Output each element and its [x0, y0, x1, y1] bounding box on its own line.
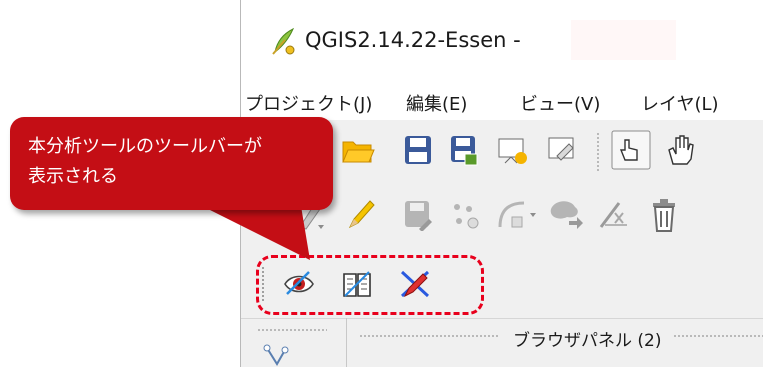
- menu-layer[interactable]: レイヤ(L): [641, 90, 719, 116]
- panel-grip: [257, 328, 327, 332]
- panel-divider: [346, 318, 347, 367]
- menu-edit[interactable]: 編集(E): [406, 90, 467, 116]
- save-as-icon[interactable]: [449, 134, 479, 166]
- callout-line-2: 表示される: [28, 166, 118, 187]
- add-polygon-icon[interactable]: [547, 197, 587, 233]
- add-point-icon[interactable]: [449, 199, 481, 231]
- callout-tail: [190, 200, 310, 260]
- node-tool-icon[interactable]: [597, 199, 633, 231]
- pan-hand-icon[interactable]: [661, 130, 701, 170]
- callout-line-1: 本分析ツールのツールバーが: [28, 136, 262, 157]
- vertex-tool-icon[interactable]: [263, 344, 297, 367]
- menu-view[interactable]: ビュー(V): [520, 90, 600, 116]
- touch-zoom-icon[interactable]: [611, 130, 651, 170]
- qgis-logo-icon: [272, 27, 295, 55]
- toggle-editing-pencil-icon[interactable]: [346, 199, 376, 231]
- delete-selected-icon[interactable]: [649, 197, 679, 233]
- browser-panel-header: [241, 318, 763, 367]
- title-bar: QGIS2.14.22-Essen -: [241, 0, 763, 80]
- new-print-composer-icon[interactable]: [497, 134, 529, 166]
- add-line-icon[interactable]: [496, 199, 540, 231]
- save-icon[interactable]: [403, 134, 433, 166]
- save-layer-edits-icon[interactable]: [403, 199, 433, 231]
- composer-manager-icon[interactable]: [547, 134, 579, 166]
- menu-project[interactable]: プロジェクト(J): [245, 90, 372, 116]
- browser-panel-title: ブラウザパネル (2): [513, 331, 662, 351]
- callout-text: 本分析ツールのツールバーが 表示される: [28, 132, 318, 192]
- open-folder-icon[interactable]: [341, 136, 375, 166]
- panel-title-grip-left: [359, 334, 499, 338]
- toolbar-separator: [596, 132, 600, 172]
- panel-title-grip-right: [673, 334, 763, 338]
- title-redacted-area: [571, 20, 676, 60]
- window-title: QGIS2.14.22-Essen -: [305, 28, 521, 52]
